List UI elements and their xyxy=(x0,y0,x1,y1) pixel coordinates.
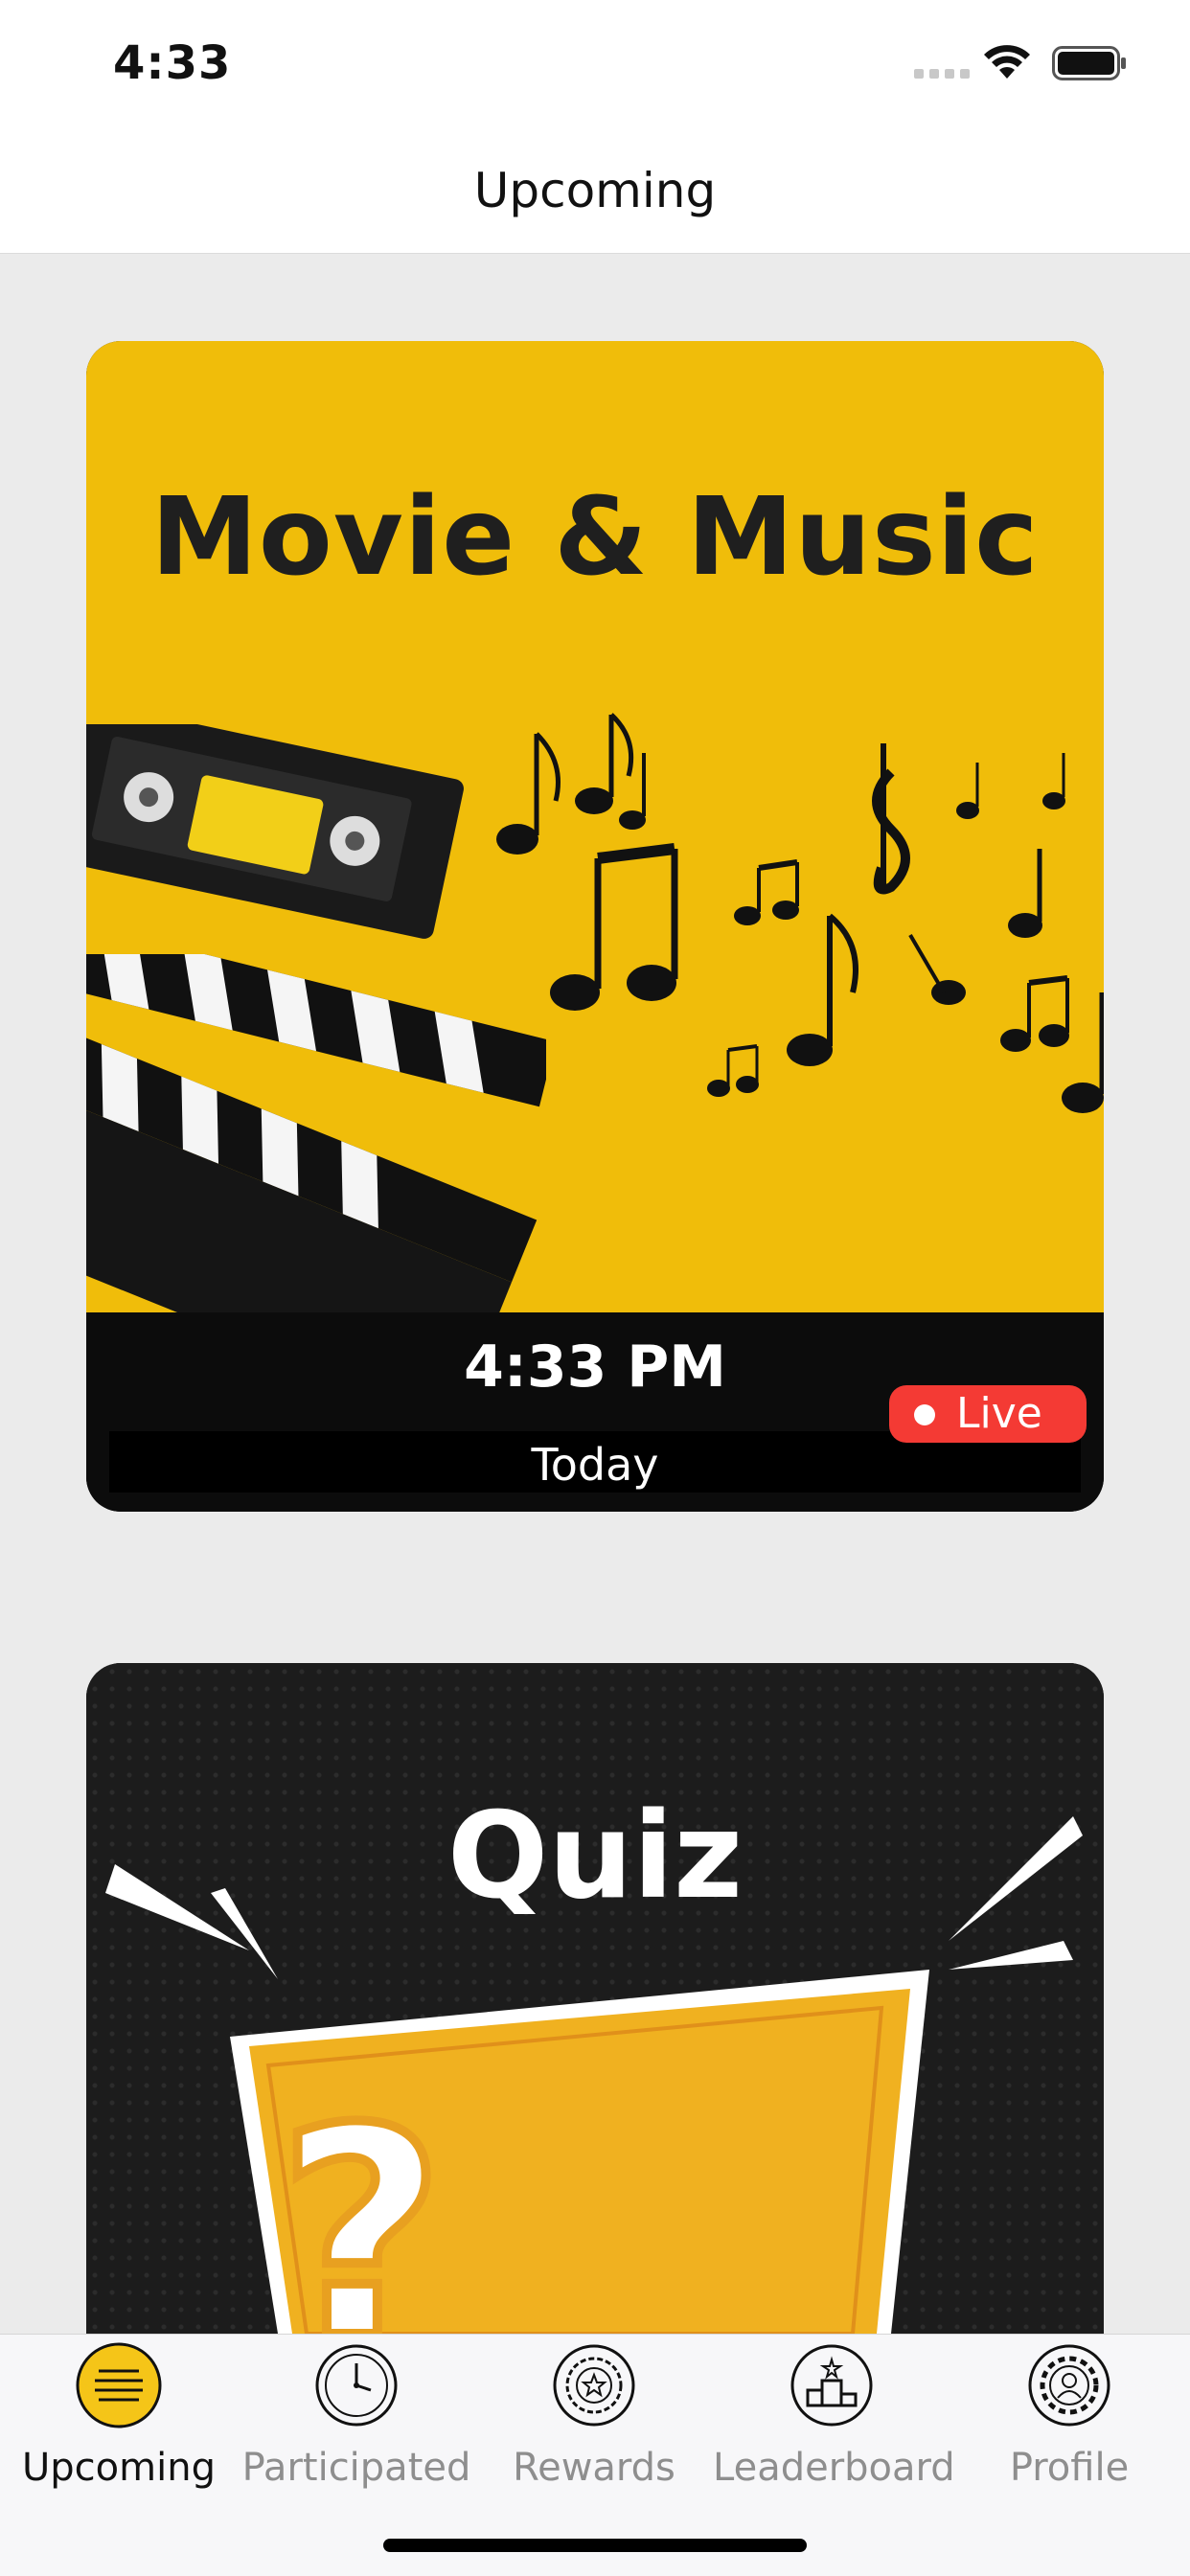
vhs-cassette-icon xyxy=(86,724,464,939)
live-dot-icon xyxy=(914,1404,935,1425)
event-banner: Movie & Music xyxy=(86,341,1104,1312)
event-card-footer: 4:33 PM Today Live xyxy=(86,1312,1104,1512)
tab-label: Upcoming xyxy=(22,2446,216,2490)
page-title: Upcoming xyxy=(473,163,717,218)
list-icon xyxy=(76,2342,162,2428)
tab-label: Participated xyxy=(241,2446,471,2490)
tab-label: Leaderboard xyxy=(713,2446,955,2490)
tab-rewards[interactable]: Rewards xyxy=(475,2335,713,2526)
clapperboard-icon xyxy=(86,954,546,1312)
tab-label: Rewards xyxy=(513,2446,675,2490)
live-badge-label: Live xyxy=(956,1389,1042,1438)
battery-icon xyxy=(1052,46,1126,80)
event-card-movie-music[interactable]: Movie & Music 4:33 PM Today Live xyxy=(86,341,1104,1512)
clock-icon xyxy=(315,2344,398,2427)
home-indicator[interactable] xyxy=(383,2539,807,2552)
tab-profile[interactable]: Profile xyxy=(950,2335,1188,2526)
status-time: 4:33 xyxy=(113,36,232,90)
cellular-signal-icon xyxy=(914,69,970,79)
profile-gear-icon xyxy=(1028,2344,1110,2427)
music-notes-icon xyxy=(496,713,1104,1113)
tab-leaderboard[interactable]: Leaderboard xyxy=(713,2335,955,2526)
status-bar: 4:33 xyxy=(0,0,1190,134)
quiz-burst-icon: ? xyxy=(105,1816,1083,2334)
tab-participated[interactable]: Participated xyxy=(238,2335,475,2526)
live-badge: Live xyxy=(889,1385,1087,1443)
wifi-icon xyxy=(984,45,1030,79)
svg-text:?: ? xyxy=(278,2067,445,2334)
banner-title: Movie & Music xyxy=(150,475,1040,600)
tab-label: Profile xyxy=(1009,2446,1130,2490)
event-date: Today xyxy=(531,1439,659,1491)
reward-badge-icon xyxy=(553,2344,635,2427)
navigation-bar: Upcoming xyxy=(0,134,1190,254)
podium-icon xyxy=(790,2344,873,2427)
tab-upcoming[interactable]: Upcoming xyxy=(0,2335,238,2526)
